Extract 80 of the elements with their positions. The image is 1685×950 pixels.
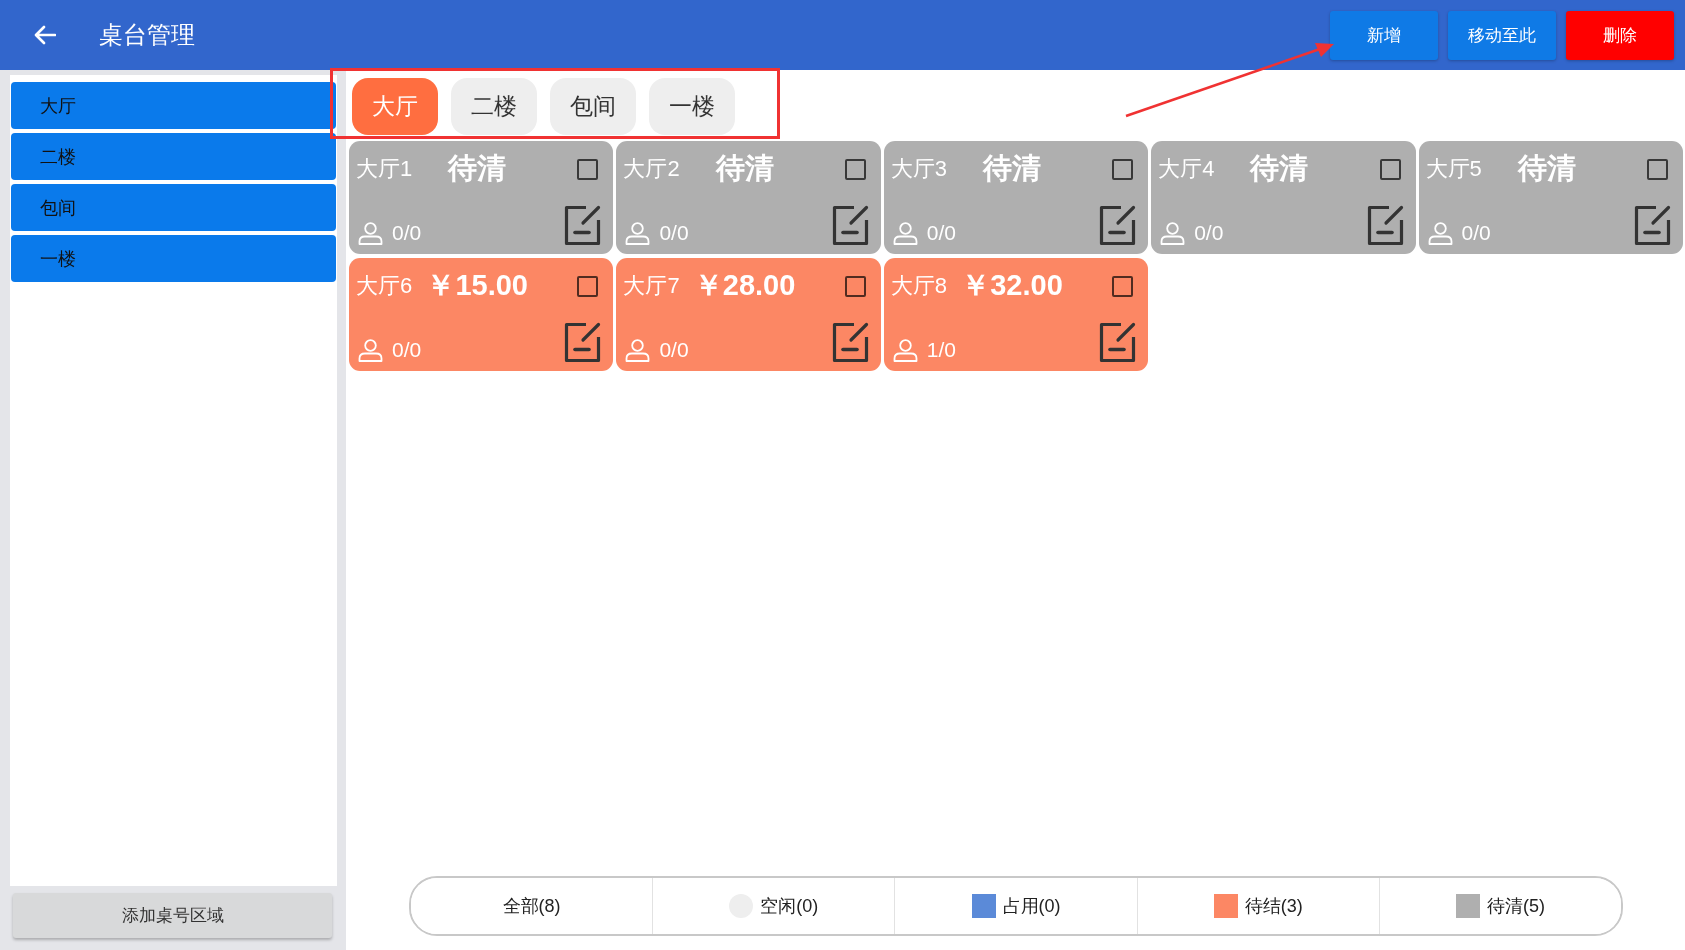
edit-icon — [564, 205, 602, 246]
table-name: 大厅3 — [890, 155, 948, 183]
area-tab[interactable]: 包间 — [550, 78, 636, 135]
select-checkbox[interactable] — [577, 158, 599, 180]
back-arrow-icon — [34, 25, 56, 45]
edit-button[interactable] — [831, 322, 869, 363]
area-list-item[interactable]: 包间 — [11, 184, 336, 231]
table-name: 大厅4 — [1158, 155, 1215, 183]
select-checkbox[interactable] — [1379, 158, 1401, 180]
table-name: 大厅1 — [356, 155, 413, 183]
edit-icon — [831, 322, 869, 363]
table-name: 大厅5 — [1425, 155, 1482, 183]
edit-icon — [1634, 205, 1671, 246]
person-icon — [1427, 221, 1453, 245]
table-status: 待清 — [1517, 151, 1576, 186]
edit-button[interactable] — [831, 205, 869, 246]
edit-button[interactable] — [1099, 322, 1137, 363]
table-name: 大厅8 — [890, 272, 948, 300]
guest-count: 1/0 — [926, 338, 956, 362]
edit-icon — [1099, 322, 1137, 363]
table-status: ￥28.00 — [693, 268, 796, 303]
area-tab[interactable]: 二楼 — [451, 78, 537, 135]
status-filter[interactable]: 全部(8) — [411, 878, 654, 934]
action-button[interactable]: 移动至此 — [1448, 10, 1556, 60]
table-status: ￥15.00 — [426, 268, 528, 303]
select-checkbox[interactable] — [1112, 275, 1134, 297]
delete-button[interactable]: 删除 — [1566, 10, 1674, 60]
add-area-button[interactable]: 添加桌号区域 — [13, 893, 332, 938]
edit-button[interactable] — [564, 205, 602, 246]
page-title: 桌台管理 — [99, 20, 195, 50]
table-card[interactable]: 大厅8 ￥32.00 1/0 — [883, 258, 1149, 371]
person-icon — [892, 338, 918, 362]
guest-count: 0/0 — [1194, 221, 1224, 245]
person-icon — [625, 338, 651, 362]
status-filter-label: 空闲(0) — [760, 895, 819, 918]
person-icon — [358, 221, 383, 245]
table-status: 待清 — [448, 151, 507, 186]
area-list-item[interactable]: 二楼 — [11, 133, 336, 180]
area-tab[interactable]: 大厅 — [352, 78, 438, 135]
status-filter-label: 待结(3) — [1244, 895, 1303, 918]
status-filter-label: 占用(0) — [1002, 895, 1061, 918]
edit-icon — [564, 322, 602, 363]
person-icon — [358, 338, 383, 362]
area-list-item[interactable]: 一楼 — [11, 235, 336, 282]
guest-count: 0/0 — [659, 221, 689, 245]
guest-count: 0/0 — [659, 338, 689, 362]
select-checkbox[interactable] — [577, 275, 599, 297]
guest-count: 0/0 — [926, 221, 956, 245]
table-card[interactable]: 大厅6 ￥15.00 0/0 — [349, 258, 614, 371]
table-status: 待清 — [983, 151, 1041, 186]
table-name: 大厅2 — [623, 155, 680, 183]
status-filter-label: 待清(5) — [1486, 895, 1545, 918]
table-name: 大厅6 — [356, 272, 413, 300]
area-tab[interactable]: 一楼 — [649, 78, 735, 135]
table-name: 大厅7 — [623, 272, 680, 300]
edit-button[interactable] — [1634, 205, 1671, 246]
guest-count: 0/0 — [392, 338, 422, 362]
status-filter-label: 全部(8) — [502, 895, 561, 918]
edit-button[interactable] — [1099, 205, 1137, 246]
edit-icon — [831, 205, 869, 246]
select-checkbox[interactable] — [1112, 158, 1134, 180]
edit-button[interactable] — [564, 322, 602, 363]
edit-icon — [1366, 205, 1404, 246]
person-icon — [892, 221, 918, 245]
table-status: ￥32.00 — [961, 268, 1063, 303]
edit-icon — [1099, 205, 1137, 246]
person-icon — [1160, 221, 1186, 245]
guest-count: 0/0 — [392, 221, 422, 245]
table-status: 待清 — [715, 151, 774, 186]
person-icon — [625, 221, 651, 245]
table-card[interactable]: 大厅7 ￥28.00 0/0 — [616, 258, 881, 371]
select-checkbox[interactable] — [844, 275, 866, 297]
guest-count: 0/0 — [1461, 221, 1491, 245]
back-button[interactable] — [34, 25, 56, 45]
edit-button[interactable] — [1366, 205, 1404, 246]
select-checkbox[interactable] — [844, 158, 866, 180]
table-status: 待清 — [1250, 151, 1309, 186]
action-button[interactable]: 新增 — [1330, 10, 1438, 60]
select-checkbox[interactable] — [1647, 158, 1668, 180]
area-list-item[interactable]: 大厅 — [11, 82, 336, 129]
